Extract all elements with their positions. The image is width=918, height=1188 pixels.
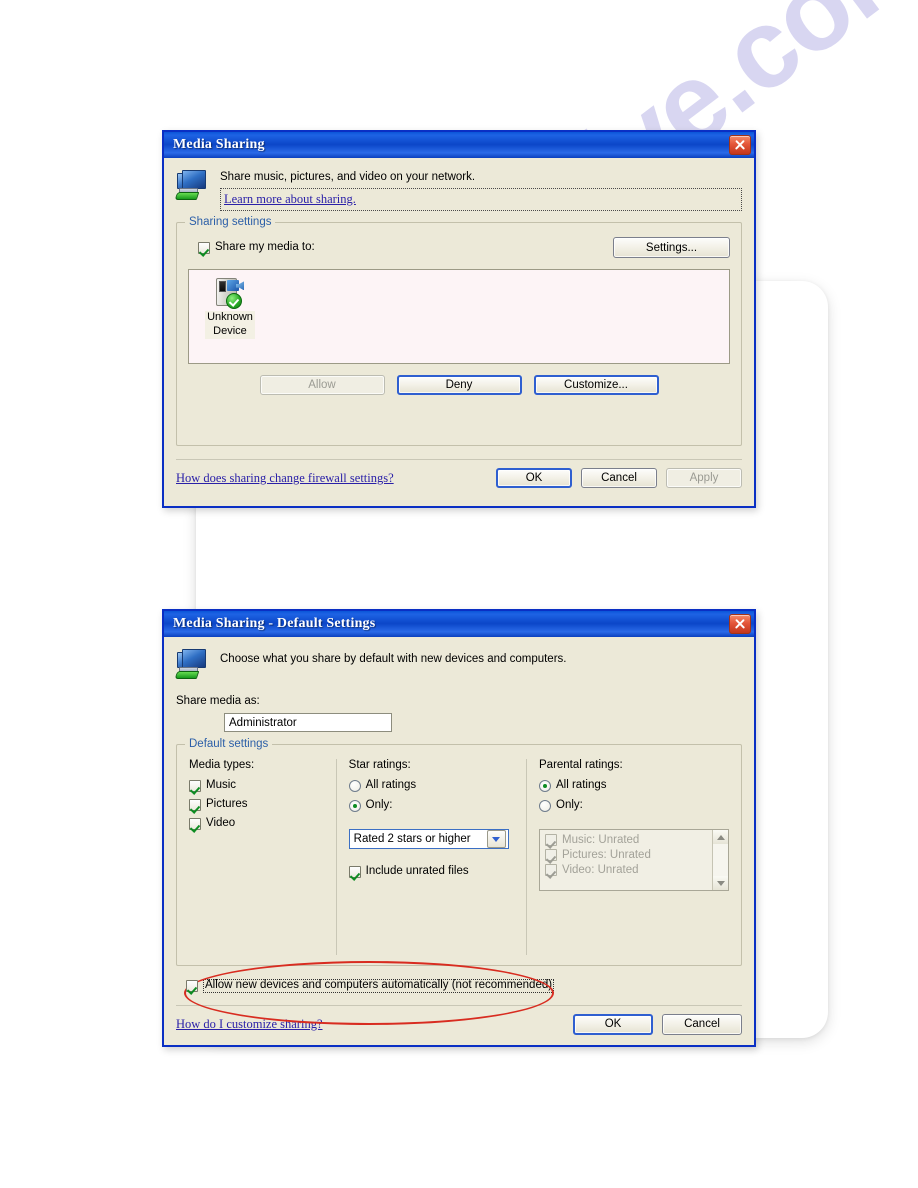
allow-new-devices-label: Allow new devices and computers automati… — [203, 979, 555, 993]
parental-rating-video-label: Video: Unrated — [562, 864, 639, 876]
deny-button[interactable]: Deny — [396, 375, 522, 396]
device-name-line1: Unknown — [207, 311, 253, 324]
device-list[interactable]: Unknown Device — [188, 269, 730, 365]
computer-network-icon — [174, 649, 210, 679]
learn-more-focus-box: Learn more about sharing. — [220, 187, 742, 212]
star-ratings-only-label: Only: — [365, 799, 393, 812]
media-type-video-label: Video — [206, 817, 236, 830]
share-media-as-value: Administrator — [229, 716, 297, 729]
list-item[interactable]: Unknown Device — [199, 278, 261, 339]
star-ratings-heading: Star ratings: — [348, 759, 411, 771]
dialog1-body: Share music, pictures, and video on your… — [164, 158, 754, 532]
dialog2-header: Choose what you share by default with ne… — [174, 647, 742, 679]
settings-button[interactable]: Settings... — [613, 237, 730, 259]
scroll-down-icon[interactable] — [713, 876, 728, 890]
share-media-as-label: Share media as: — [176, 695, 260, 707]
dialog1-title: Media Sharing — [173, 137, 265, 152]
media-sharing-default-settings-dialog: Media Sharing - Default Settings Choose … — [162, 609, 756, 1047]
checkbox-box — [348, 866, 361, 878]
close-icon[interactable] — [729, 614, 751, 634]
media-types-heading: Media types: — [189, 759, 255, 771]
allow-button[interactable]: Allow — [259, 375, 385, 396]
media-type-pictures-checkbox[interactable]: Pictures — [189, 799, 326, 811]
star-ratings-column: Star ratings: All ratings Only: Rated 2 … — [337, 759, 527, 955]
media-types-column: Media types: Music Pictures Video — [189, 759, 337, 955]
media-sharing-dialog: Media Sharing Share music, pictures, and… — [162, 130, 756, 508]
parental-ratings-listbox[interactable]: Music: Unrated Pictures: Unrated Video: … — [539, 829, 729, 891]
parental-ratings-all-label: All ratings — [556, 779, 607, 792]
checkbox-box — [545, 834, 557, 846]
sharing-settings-legend: Sharing settings — [185, 216, 276, 229]
firewall-settings-link[interactable]: How does sharing change firewall setting… — [176, 471, 394, 486]
checkbox-box — [189, 799, 201, 811]
star-ratings-all-label: All ratings — [365, 779, 417, 792]
device-name: Unknown Device — [205, 311, 255, 339]
customize-sharing-link[interactable]: How do I customize sharing? — [176, 1017, 323, 1032]
media-type-pictures-label: Pictures — [206, 798, 248, 811]
star-rating-select[interactable]: Rated 2 stars or higher — [348, 829, 509, 849]
share-my-media-checkbox[interactable]: Share my media to: — [198, 242, 315, 254]
dialog1-titlebar: Media Sharing — [164, 132, 754, 158]
parental-ratings-only-radio[interactable]: Only: — [539, 800, 729, 812]
parental-ratings-heading: Parental ratings: — [539, 759, 623, 771]
unknown-device-allowed-icon — [214, 278, 246, 310]
dialog1-header: Share music, pictures, and video on your… — [174, 168, 742, 212]
dialog2-description: Choose what you share by default with ne… — [220, 653, 567, 665]
computer-network-icon — [174, 170, 210, 200]
media-type-video-checkbox[interactable]: Video — [189, 818, 326, 830]
star-ratings-only-radio[interactable]: Only: — [348, 799, 514, 812]
allow-new-devices-checkbox[interactable]: Allow new devices and computers automati… — [186, 979, 742, 993]
parental-ratings-all-radio[interactable]: All ratings — [539, 780, 729, 792]
share-media-as-input[interactable]: Administrator — [224, 713, 392, 732]
chevron-down-icon[interactable] — [486, 830, 506, 848]
include-unrated-checkbox[interactable]: Include unrated files — [348, 865, 514, 878]
radio-circle — [539, 800, 551, 812]
ok-button[interactable]: OK — [496, 468, 572, 489]
list-item[interactable]: Pictures: Unrated — [545, 849, 707, 861]
dialog2-titlebar: Media Sharing - Default Settings — [164, 611, 754, 637]
customize-button[interactable]: Customize... — [533, 375, 659, 396]
default-settings-legend: Default settings — [185, 738, 273, 750]
allow-new-devices-row: Allow new devices and computers automati… — [176, 961, 742, 1025]
device-name-line2: Device — [213, 325, 247, 338]
share-media-as-field: Share media as: Administrator — [176, 695, 742, 732]
radio-circle — [539, 780, 551, 792]
parental-rating-music-label: Music: Unrated — [562, 834, 640, 846]
cancel-button[interactable]: Cancel — [662, 1013, 742, 1035]
parental-ratings-column: Parental ratings: All ratings Only: Musi… — [527, 759, 729, 955]
cancel-button[interactable]: Cancel — [581, 468, 657, 489]
checkbox-box — [189, 780, 201, 792]
apply-button[interactable]: Apply — [666, 468, 742, 489]
learn-more-link[interactable]: Learn more about sharing. — [224, 192, 356, 206]
sharing-settings-group: Sharing settings Share my media to: Sett… — [176, 216, 742, 447]
radio-circle — [348, 800, 361, 812]
star-ratings-all-radio[interactable]: All ratings — [348, 779, 514, 792]
checkbox-box — [186, 979, 198, 992]
dialog1-description: Share music, pictures, and video on your… — [220, 171, 476, 183]
checkbox-box — [189, 818, 201, 830]
checkbox-box — [198, 241, 210, 254]
ok-button[interactable]: OK — [573, 1013, 653, 1035]
list-item[interactable]: Music: Unrated — [545, 834, 707, 846]
star-rating-select-value: Rated 2 stars or higher — [353, 833, 471, 845]
include-unrated-label: Include unrated files — [365, 865, 469, 878]
scroll-up-icon[interactable] — [713, 830, 728, 844]
list-item[interactable]: Video: Unrated — [545, 864, 707, 876]
dialog2-body: Choose what you share by default with ne… — [164, 637, 754, 1071]
parental-ratings-only-label: Only: — [556, 799, 583, 812]
listbox-scrollbar[interactable] — [712, 830, 728, 890]
close-icon[interactable] — [729, 135, 751, 155]
checkbox-box — [545, 849, 557, 861]
default-settings-group: Default settings Media types: Music Pict… — [176, 738, 742, 966]
share-my-media-label: Share my media to: — [215, 241, 315, 254]
radio-circle — [348, 780, 361, 792]
media-type-music-checkbox[interactable]: Music — [189, 780, 326, 792]
dialog2-title: Media Sharing - Default Settings — [173, 616, 376, 631]
checkbox-box — [545, 864, 557, 876]
media-type-music-label: Music — [206, 779, 237, 792]
parental-rating-pictures-label: Pictures: Unrated — [562, 849, 651, 861]
